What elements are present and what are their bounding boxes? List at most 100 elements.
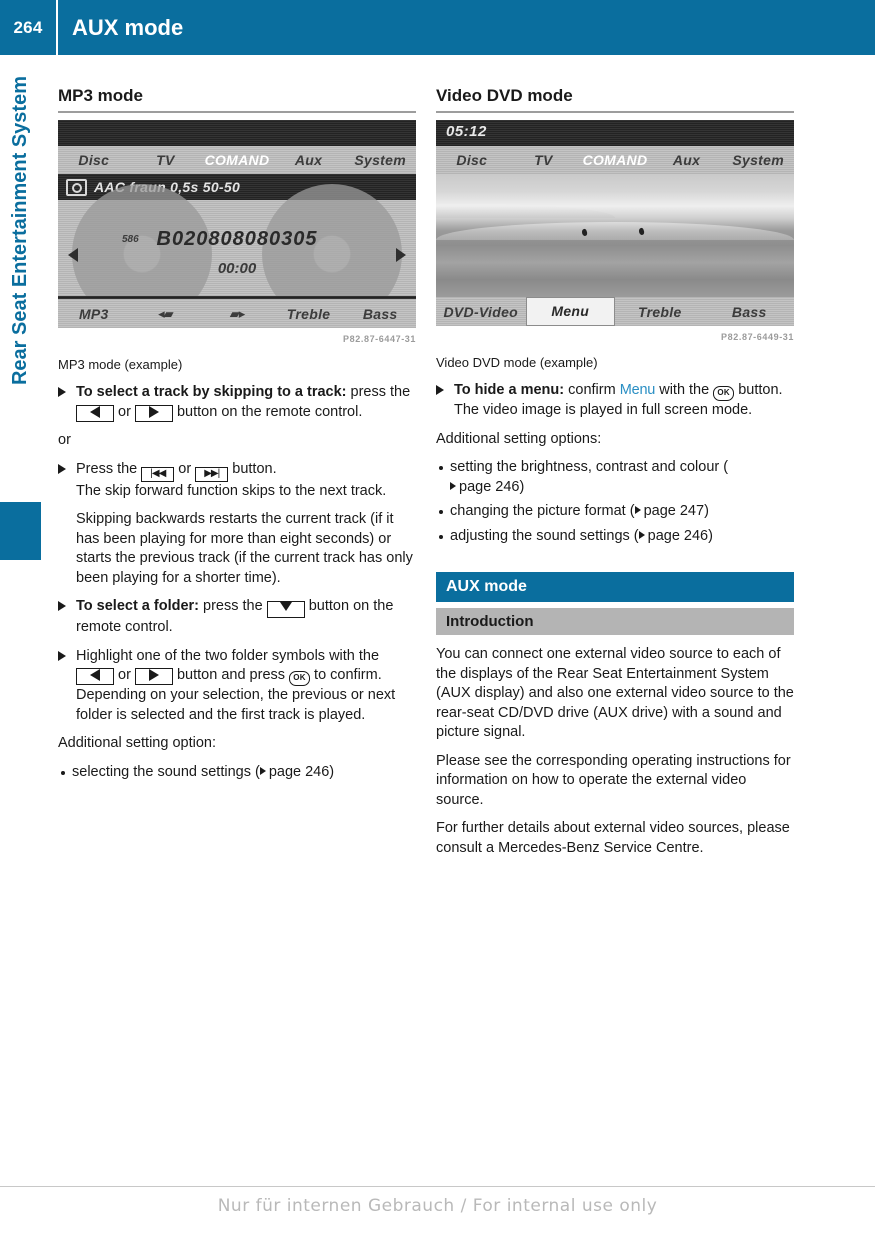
step-press-rest: button. xyxy=(228,460,277,477)
step-highlight-line2: Depending on your selection, the previou… xyxy=(76,687,396,723)
chapter-strip: Rear Seat Entertainment System xyxy=(0,70,44,1150)
mp3-bottom-bass[interactable]: Bass xyxy=(344,306,416,322)
mp3-menu-aux[interactable]: Aux xyxy=(273,152,345,168)
step-press-lead: Press the xyxy=(76,460,142,477)
dvd-bottom-dvd-video[interactable]: DVD-Video xyxy=(436,304,526,320)
step-press-mid: or xyxy=(174,460,196,477)
dvd-menu-aux[interactable]: Aux xyxy=(651,152,723,168)
bullet-dot-icon xyxy=(439,466,443,470)
dvd-clock: 05:12 xyxy=(446,123,487,140)
footer-rule xyxy=(0,1186,875,1187)
step-select-track-bold: To select a track by skipping to a track… xyxy=(76,384,347,400)
dvd-menu-comand[interactable]: COMAND xyxy=(579,152,651,168)
mp3-elapsed-time: 00:00 xyxy=(217,260,257,277)
footer-watermark: Nur für internen Gebrauch / For internal… xyxy=(217,1196,658,1216)
bullet-dot-icon xyxy=(439,510,443,514)
dvd-bottom-treble[interactable]: Treble xyxy=(615,304,705,320)
step-select-folder-rest-a: press the xyxy=(199,598,267,614)
step-highlight-folder: Highlight one of the two folder symbols … xyxy=(58,647,416,726)
xref-triangle-icon xyxy=(638,530,645,539)
mp3-screen-bottombar: MP3 ◂▰ ▰▸ Treble Bass xyxy=(58,299,416,328)
xref-triangle-icon xyxy=(450,481,456,490)
left-bullet-0-after: ) xyxy=(329,763,335,780)
folder-prev-icon: ◂▰ xyxy=(158,306,174,321)
step-hide-rest-c: button. xyxy=(734,382,783,398)
mp3-screen-figure: Disc TV COMAND Aux System AAC fraun 0,5s… xyxy=(58,120,416,328)
mp3-menu-disc[interactable]: Disc xyxy=(58,152,130,168)
mp3-menu-tv[interactable]: TV xyxy=(130,152,202,168)
dvd-screen-figure: 05:12 Disc TV COMAND Aux System DVD-Vide… xyxy=(436,120,794,326)
step-select-folder-bold: To select a folder: xyxy=(76,598,200,614)
left-column: MP3 mode Disc TV COMAND Aux System AAC f… xyxy=(58,86,416,787)
mp3-screen-main: 586 B020808080305 00:00 xyxy=(58,184,416,324)
left-bullet-0-xref[interactable]: page 246 xyxy=(259,763,330,783)
section-bar-introduction: Introduction xyxy=(436,608,794,635)
dvd-video-still xyxy=(436,174,794,297)
right-column: Video DVD mode 05:12 Disc TV COMAND Aux … xyxy=(436,86,794,867)
right-additional-label: Additional setting options: xyxy=(436,430,602,447)
left-arrow-key-icon xyxy=(76,668,114,685)
folder-next-icon: ▰▸ xyxy=(229,306,246,321)
step-triangle-icon xyxy=(58,601,66,611)
header-divider xyxy=(56,0,58,55)
left-section-heading: MP3 mode xyxy=(58,86,144,105)
dvd-bottom-menu[interactable]: Menu xyxy=(525,297,615,326)
chapter-thumb-tab xyxy=(0,502,41,560)
xref-triangle-icon xyxy=(634,506,641,514)
page-header: 264 AUX mode xyxy=(0,0,875,55)
step-hide-bold: To hide a menu: xyxy=(454,382,565,398)
mp3-menu-comand[interactable]: COMAND xyxy=(201,152,273,168)
step-highlight-lead: Highlight one of the two folder symbols … xyxy=(76,647,380,664)
step-highlight-rest2: to confirm. xyxy=(310,667,382,683)
dvd-menu-disc[interactable]: Disc xyxy=(436,152,508,168)
mp3-bottom-folder-prev[interactable]: ◂▰ xyxy=(130,305,202,322)
or-separator: or xyxy=(58,432,71,448)
dvd-screen-topbar: 05:12 xyxy=(436,120,794,146)
mp3-screen-topbar xyxy=(58,120,416,146)
intro-paragraph-3: For further details about external video… xyxy=(436,820,790,856)
right-bullet-2-xref[interactable]: page 246 xyxy=(638,527,709,547)
skip-forward-key-icon: ▶▶| xyxy=(195,466,229,482)
right-heading-rule xyxy=(436,111,794,113)
right-bullet-0-before: setting the brightness, contrast and col… xyxy=(450,459,729,475)
step-triangle-icon xyxy=(436,385,444,395)
page-title: AUX mode xyxy=(72,14,184,40)
mp3-bottom-folder-next[interactable]: ▰▸ xyxy=(201,305,273,322)
step-hide-rest-a: confirm xyxy=(564,382,620,398)
dvd-screen-menubar: Disc TV COMAND Aux System xyxy=(436,146,794,174)
left-figure-caption: MP3 mode (example) xyxy=(58,357,183,372)
dvd-menu-tv[interactable]: TV xyxy=(508,152,580,168)
right-bullet-0-ref: page 246 xyxy=(459,478,520,495)
right-bullet-2-ref: page 246 xyxy=(647,527,709,544)
step-triangle-icon xyxy=(58,463,66,474)
right-bullet-picture-format: changing the picture format (page 247) xyxy=(436,502,794,522)
left-figure-code: P82.87-6447-31 xyxy=(343,334,416,344)
right-bullet-0-after: ) xyxy=(519,478,525,495)
mp3-bottom-treble[interactable]: Treble xyxy=(273,306,345,322)
chapter-label: Rear Seat Entertainment System xyxy=(8,76,31,386)
step-select-track-rest-a: press the xyxy=(346,384,411,400)
left-bullet-0-ref: page 246 xyxy=(268,763,330,780)
step-hide-rest-b: with the xyxy=(655,382,714,398)
right-figure-code: P82.87-6449-31 xyxy=(721,332,794,342)
ui-label-menu: Menu xyxy=(619,382,656,398)
right-bullet-brightness: setting the brightness, contrast and col… xyxy=(436,458,794,497)
step-select-folder: To select a folder: press the button on … xyxy=(58,597,416,638)
right-bullet-sound-settings: adjusting the sound settings (page 246) xyxy=(436,527,794,547)
left-bullet-sound-settings: selecting the sound settings (page 246) xyxy=(58,763,416,783)
intro-paragraph-1: You can connect one external video sourc… xyxy=(436,646,794,740)
dvd-bottom-bass[interactable]: Bass xyxy=(705,304,795,320)
right-bullet-0-xref[interactable]: page 246 xyxy=(450,478,519,498)
step-press-line2: The skip forward function skips to the n… xyxy=(76,482,387,499)
mp3-menu-system[interactable]: System xyxy=(344,152,416,168)
right-bullet-1-xref[interactable]: page 247 xyxy=(634,502,704,522)
step-select-track-rest-b: button on the remote control. xyxy=(172,403,363,420)
mp3-bottom-mp3[interactable]: MP3 xyxy=(58,306,130,322)
bullet-dot-icon xyxy=(61,770,65,775)
right-bullet-2-before: adjusting the sound settings ( xyxy=(450,527,639,544)
left-additional-label: Additional setting option: xyxy=(58,735,216,751)
dvd-menu-system[interactable]: System xyxy=(722,152,794,168)
mp3-screen-menubar: Disc TV COMAND Aux System xyxy=(58,146,416,174)
step-hide-menu: To hide a menu: confirm Menu with the OK… xyxy=(436,381,794,421)
step-press-line3: Skipping backwards restarts the current … xyxy=(76,511,413,586)
